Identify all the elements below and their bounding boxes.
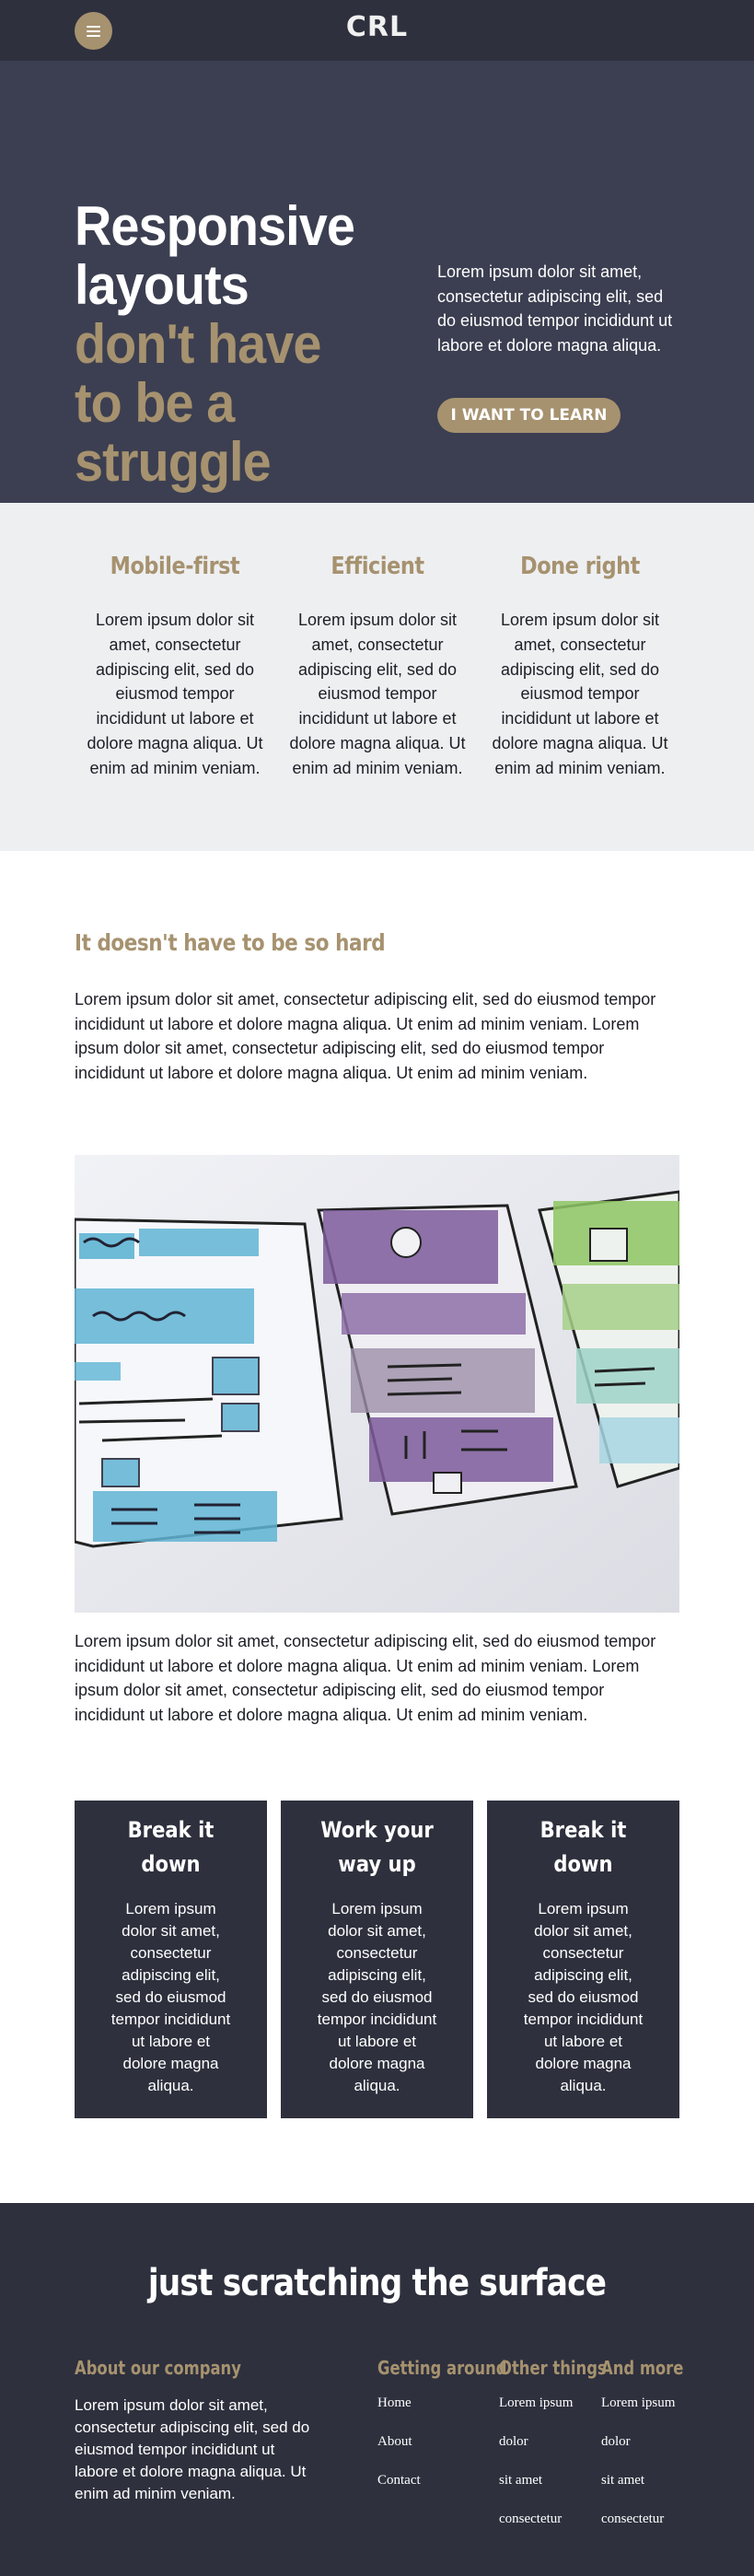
card-text: Lorem ipsum dolor sit amet, consectetur … <box>523 1900 644 2094</box>
features-section: Mobile-first Lorem ipsum dolor sit amet,… <box>0 503 754 851</box>
site-logo[interactable]: CRL <box>0 11 754 43</box>
footer-getting-around-heading: Getting around <box>377 2357 507 2379</box>
footer-and-more-list: Lorem ipsum dolor sit amet consectetur <box>601 2394 675 2548</box>
feature-efficient: Efficient Lorem ipsum dolor sit amet, co… <box>285 553 470 781</box>
hero-title-accent-line: struggle <box>75 431 272 493</box>
footer-and-more-heading: And more <box>601 2357 684 2379</box>
hero-title-accent-line: to be a <box>75 372 235 434</box>
feature-text: Lorem ipsum dolor sit amet, consectetur … <box>492 611 668 777</box>
card-title: Break it down <box>539 1817 627 1877</box>
footer-link[interactable]: Lorem ipsum <box>499 2394 573 2432</box>
footer-other-things-heading: Other things <box>499 2357 607 2379</box>
footer-link[interactable]: consectetur <box>499 2510 573 2548</box>
footer-title: just scratching the surface <box>147 2262 607 2304</box>
info-card: Break it down Lorem ipsum dolor sit amet… <box>487 1801 679 2118</box>
site-footer: just scratching the surface About our co… <box>0 2203 754 2576</box>
hero-section: Responsive layouts don't have to be a st… <box>0 61 754 503</box>
card-title: Break it down <box>127 1817 215 1877</box>
hero-title-line: layouts <box>75 254 249 316</box>
card-text: Lorem ipsum dolor sit amet, consectetur … <box>317 1900 437 2094</box>
feature-text: Lorem ipsum dolor sit amet, consectetur … <box>87 611 263 777</box>
learn-cta-button[interactable]: I WANT TO LEARN <box>437 398 621 433</box>
footer-link[interactable]: sit amet <box>601 2471 675 2510</box>
footer-about-heading: About our company <box>75 2357 241 2379</box>
footer-link-contact[interactable]: Contact <box>377 2471 421 2510</box>
hero-title-line: Responsive <box>75 195 355 257</box>
footer-link[interactable]: dolor <box>499 2432 573 2471</box>
top-nav: CRL <box>0 0 754 61</box>
hero-title: Responsive layouts don't have to be a st… <box>75 197 357 492</box>
footer-other-things-list: Lorem ipsum dolor sit amet consectetur <box>499 2394 573 2548</box>
feature-mobile-first: Mobile-first Lorem ipsum dolor sit amet,… <box>83 553 267 781</box>
article-section: It doesn't have to be so hard Lorem ipsu… <box>0 851 754 2203</box>
footer-link[interactable]: dolor <box>601 2432 675 2471</box>
footer-link[interactable]: consectetur <box>601 2510 675 2548</box>
feature-title: Done right <box>520 553 640 580</box>
article-heading: It doesn't have to be so hard <box>75 929 386 956</box>
footer-getting-around-list: Home About Contact <box>377 2394 421 2510</box>
footer-link[interactable]: sit amet <box>499 2471 573 2510</box>
feature-title: Efficient <box>331 553 424 580</box>
info-card: Break it down Lorem ipsum dolor sit amet… <box>75 1801 267 2118</box>
article-paragraph: Lorem ipsum dolor sit amet, consectetur … <box>75 1632 656 1724</box>
feature-text: Lorem ipsum dolor sit amet, consectetur … <box>289 611 466 777</box>
info-card: Work your way up Lorem ipsum dolor sit a… <box>281 1801 473 2118</box>
footer-link[interactable]: Lorem ipsum <box>601 2394 675 2432</box>
footer-link-about[interactable]: About <box>377 2432 421 2471</box>
card-title: Work your way up <box>320 1817 434 1877</box>
footer-link-home[interactable]: Home <box>377 2394 421 2432</box>
card-text: Lorem ipsum dolor sit amet, consectetur … <box>110 1900 231 2094</box>
article-paragraph: Lorem ipsum dolor sit amet, consectetur … <box>75 990 656 1082</box>
wireframe-sketch-image <box>75 1155 679 1613</box>
feature-done-right: Done right Lorem ipsum dolor sit amet, c… <box>488 553 672 781</box>
footer-about-text: Lorem ipsum dolor sit amet, consectetur … <box>75 2396 310 2502</box>
feature-title: Mobile-first <box>110 553 240 580</box>
hero-title-accent-line: don't have <box>75 313 321 375</box>
hero-description: Lorem ipsum dolor sit amet, consectetur … <box>437 262 673 355</box>
